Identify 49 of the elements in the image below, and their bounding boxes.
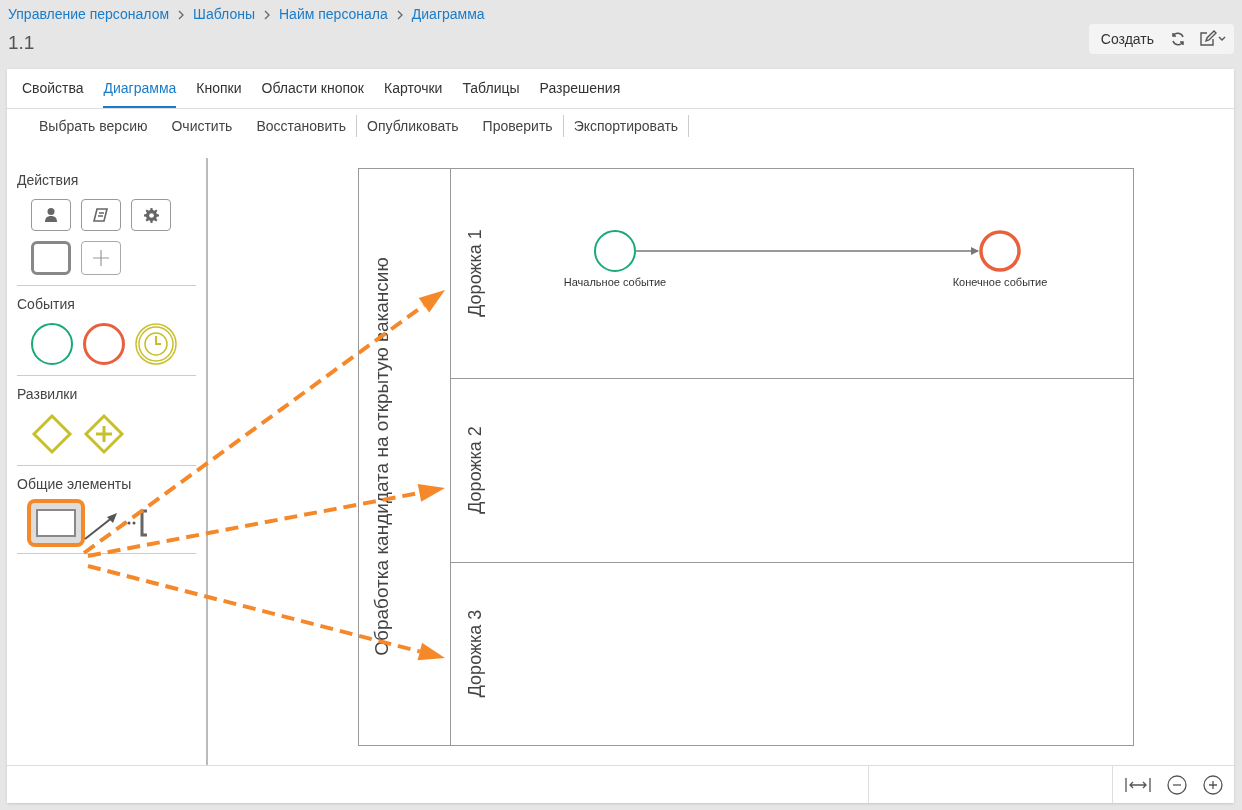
tab[interactable]: Разрешения <box>539 69 621 108</box>
section-title: Действия <box>17 171 80 190</box>
fit-width-icon[interactable] <box>1125 776 1151 793</box>
tab[interactable]: Области кнопок <box>261 69 364 108</box>
breadcrumb-link[interactable]: Найм персонала <box>279 4 388 25</box>
breadcrumb-link[interactable]: Шаблоны <box>193 4 255 25</box>
chevron-icon <box>263 9 271 20</box>
toolbar-button[interactable]: Экспортировать <box>563 115 690 137</box>
tab[interactable]: Карточки <box>384 69 443 108</box>
start-event-tool[interactable] <box>31 323 73 365</box>
tab[interactable]: Кнопки <box>196 69 242 108</box>
zoom-out-icon[interactable] <box>1167 774 1187 795</box>
edit-icon[interactable] <box>1198 30 1226 48</box>
user-icon <box>44 207 58 223</box>
lane-label: Дорожка 3 <box>465 609 485 698</box>
toolbar-button[interactable]: Опубликовать <box>357 115 459 137</box>
plus-icon <box>92 249 110 267</box>
end-event-tool[interactable] <box>83 323 125 365</box>
task-shape-tool[interactable] <box>31 241 71 275</box>
toolbar-button[interactable]: Выбрать версию <box>29 115 148 137</box>
pool-label: Обработка кандидата на открытую вакансию <box>371 257 392 656</box>
tab[interactable]: Таблицы <box>462 69 520 108</box>
palette-tool-button[interactable] <box>81 199 121 231</box>
page-title: 1.1 <box>8 31 36 55</box>
section-title: Развилки <box>17 385 79 404</box>
breadcrumb-link[interactable]: Управление персоналом <box>8 4 170 25</box>
chevron-icon <box>395 9 404 20</box>
refresh-icon[interactable] <box>1170 31 1186 47</box>
event-label: Конечное событие <box>952 276 1048 288</box>
section-title: Общие элементы <box>17 475 133 494</box>
tab[interactable]: Свойства <box>22 69 84 108</box>
palette-tool-button[interactable] <box>131 199 171 231</box>
chevron-icon <box>177 9 186 20</box>
zoom-in-icon[interactable] <box>1203 774 1223 795</box>
section-title: События <box>17 295 76 314</box>
start-event <box>594 230 636 272</box>
event-label: Начальное событие <box>563 276 667 288</box>
toolbar-button[interactable]: Очистить <box>147 115 233 137</box>
create-button[interactable]: Создать <box>1096 28 1158 50</box>
palette-tool-button[interactable] <box>31 199 71 231</box>
toolbar-button[interactable]: Проверить <box>458 115 564 137</box>
end-event <box>979 230 1021 272</box>
breadcrumb-link[interactable]: Диаграмма <box>411 4 485 25</box>
tab[interactable]: Диаграмма <box>103 69 177 108</box>
scroll-icon <box>93 207 109 223</box>
gear-icon <box>143 207 159 223</box>
lane-label: Дорожка 2 <box>465 426 485 514</box>
toolbar-button[interactable]: Восстановить <box>232 115 358 137</box>
lane-label: Дорожка 1 <box>465 229 485 317</box>
